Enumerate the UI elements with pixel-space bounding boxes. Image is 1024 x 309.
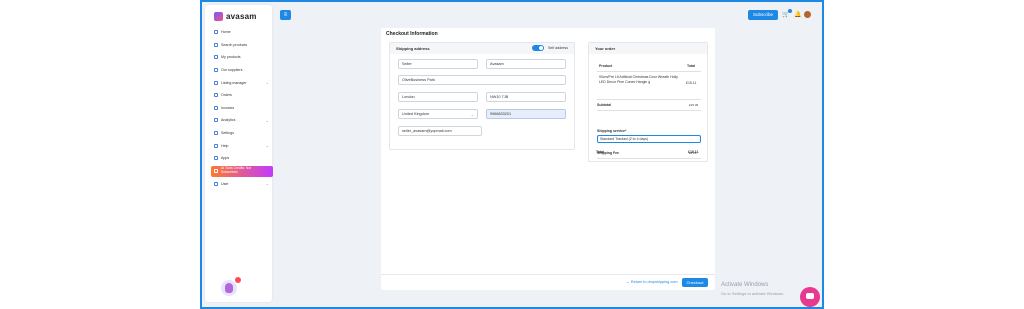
sidebar-item-label: Invoices [221, 105, 235, 110]
sidebar-item-label: AI Tools Credits: Not Subscribed [221, 166, 251, 175]
shipping-service-select[interactable]: Standard Tracked (2 to 4 days) [597, 135, 701, 143]
avatar[interactable] [804, 11, 811, 18]
user-icon [214, 181, 218, 186]
order-heading: Your order [589, 43, 707, 54]
listing-icon [214, 80, 218, 85]
menu-toggle-button[interactable]: ≡ [280, 10, 291, 20]
address-field[interactable]: OliveBusiness Park [398, 75, 566, 85]
shipping-heading: Shipping address [396, 46, 430, 51]
sidebar-item-search-products[interactable]: Search products [211, 39, 273, 52]
country-value: United Kingdom [402, 112, 430, 116]
sidebar-item-label: My products [221, 55, 241, 60]
sidebar-item-label: Analytics [221, 118, 236, 123]
sidebar-item-label: Home [221, 30, 231, 35]
sidebar-item-home[interactable]: Home [211, 26, 273, 39]
chevron-down-icon: ⌄ [265, 117, 269, 123]
sidebar-item-our-suppliers[interactable]: Our suppliers [211, 64, 273, 77]
email-field[interactable]: seller_avasam@yopmail.com [398, 126, 482, 136]
bell-icon[interactable]: 🔔 [794, 11, 801, 19]
shipping-panel: Shipping address Self address Seller Ava… [389, 42, 575, 150]
self-address-label: Self address [548, 46, 568, 50]
mascot-icon[interactable] [221, 280, 237, 296]
app-window: avasam Home Search products My products Our… [200, 0, 824, 309]
shipping-service-label: Shipping service* [597, 129, 627, 133]
page-title: Checkout Information [386, 31, 438, 37]
search-icon [214, 42, 218, 47]
chat-bubble-icon[interactable] [800, 287, 820, 307]
chevron-down-icon: ⌄ [265, 143, 269, 149]
sidebar: avasam Home Search products My products Our… [205, 5, 273, 302]
order-panel: Your order Product Total 90cm/Pre Lit Ar… [588, 42, 708, 162]
gear-icon [214, 131, 218, 136]
return-link[interactable]: ← Return to dropshipping.com [626, 280, 678, 284]
subtotal-label: Subtotal [597, 103, 611, 107]
orders-icon [214, 93, 218, 98]
divider [597, 158, 701, 159]
city-field[interactable]: London [398, 92, 478, 102]
self-address-toggle[interactable] [532, 45, 544, 51]
total-column-header: Total [687, 64, 696, 68]
product-name: 90cm/Pre Lit Artificial Christmas Door W… [599, 75, 678, 84]
chevron-down-icon: ⌄ [265, 181, 269, 187]
chevron-down-icon: ⌄ [470, 112, 474, 117]
product-total: £15.11 [686, 81, 697, 85]
suppliers-icon [214, 68, 218, 73]
ai-icon [214, 169, 218, 174]
sidebar-item-settings[interactable]: Settings [211, 127, 273, 140]
last-name-field[interactable]: Avasam [486, 59, 566, 69]
help-icon [214, 143, 218, 148]
box-icon [214, 55, 218, 60]
sidebar-item-label: User [221, 181, 229, 186]
sidebar-item-orders[interactable]: Orders [211, 89, 273, 102]
postcode-field[interactable]: NW10 7JB [486, 92, 566, 102]
sidebar-item-ai-tools-credits-not-subscribed[interactable]: AI Tools Credits: Not Subscribed [211, 165, 273, 177]
sidebar-item-invoices[interactable]: Invoices [211, 102, 273, 115]
sidebar-item-label: Listing manager [221, 80, 247, 85]
sidebar-item-help[interactable]: Help ⌄ [211, 139, 273, 152]
shipping-service-value: Standard Tracked (2 to 4 days) [600, 137, 649, 141]
sidebar-item-analytics[interactable]: Analytics ⌄ [211, 114, 273, 127]
sidebar-item-my-products[interactable]: My products [211, 51, 273, 64]
checkout-card: Checkout Information Shipping address Se… [381, 28, 715, 290]
invoice-icon [214, 105, 218, 110]
activate-windows-subtitle: Go to Settings to activate Windows. [721, 291, 785, 296]
sidebar-item-listing-manager[interactable]: Listing manager ⌄ [211, 76, 273, 89]
sidebar-nav: Home Search products My products Our suppli… [211, 26, 273, 190]
analytics-icon [214, 118, 218, 123]
shipping-header: Shipping address Self address [390, 43, 574, 54]
sidebar-item-user[interactable]: User ⌄ [211, 178, 273, 191]
sidebar-item-label: Apps [221, 156, 230, 161]
country-select[interactable]: United Kingdom ⌄ [398, 109, 478, 119]
sidebar-item-label: Orders [221, 93, 232, 98]
subtotal-value: £15.36 [689, 103, 699, 107]
product-column-header: Product [599, 64, 613, 68]
sidebar-item-label: Search products [221, 42, 248, 47]
chevron-down-icon: ⌄ [265, 80, 269, 86]
sidebar-item-apps[interactable]: Apps [211, 152, 273, 165]
divider [597, 99, 701, 100]
activate-windows-title: Activate Windows [721, 282, 769, 288]
total-value: £18.11 [688, 150, 699, 154]
phone-field[interactable]: 9966633201 [486, 109, 566, 119]
avasam-logo-icon [214, 12, 223, 21]
total-label: Total [596, 150, 605, 154]
subscribe-button[interactable]: Subscribe [748, 10, 778, 20]
cart-badge [788, 9, 792, 13]
logo-text: avasam [226, 12, 257, 21]
checkout-button[interactable]: Checkout [682, 278, 708, 287]
sidebar-item-label: Settings [221, 131, 234, 136]
logo[interactable]: avasam [214, 12, 257, 21]
first-name-field[interactable]: Seller [398, 59, 478, 69]
home-icon [214, 30, 218, 35]
notification-badge [235, 277, 241, 283]
sidebar-item-label: Our suppliers [221, 68, 243, 73]
divider [597, 71, 701, 72]
sidebar-item-label: Help [221, 143, 229, 148]
divider [597, 110, 701, 111]
apps-icon [214, 156, 218, 161]
footer-divider [381, 274, 715, 275]
